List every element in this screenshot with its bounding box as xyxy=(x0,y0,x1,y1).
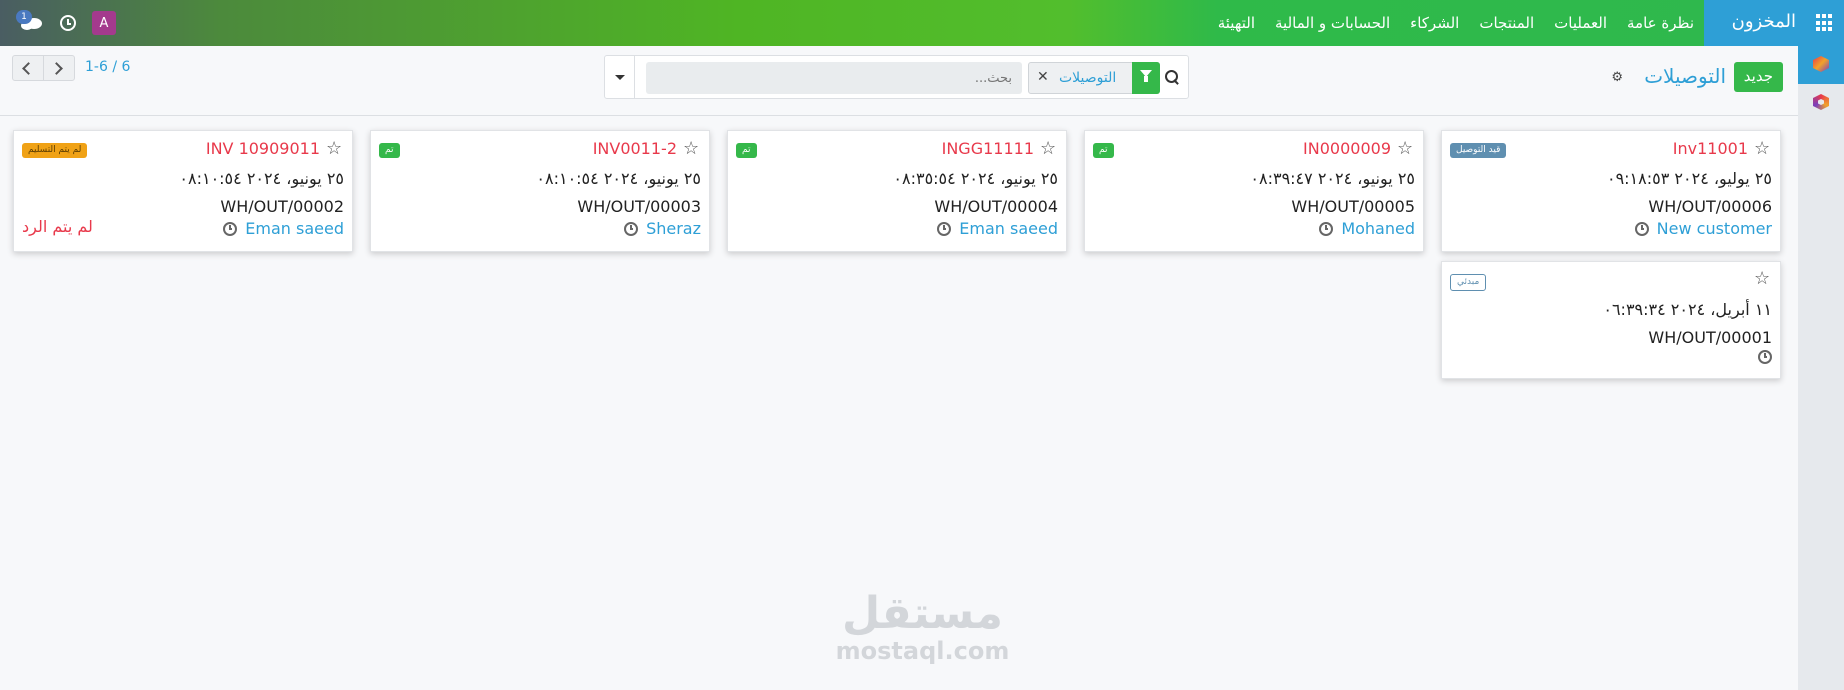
activity-clock-icon[interactable] xyxy=(937,221,952,236)
card-code: WH/OUT/00006 xyxy=(1648,197,1772,216)
card-partner: Eman saeed xyxy=(245,219,344,238)
star-icon[interactable]: ☆ xyxy=(326,139,344,158)
status-badge: مبدئي xyxy=(1450,274,1487,291)
kanban-card[interactable]: INV 10909011 ☆ لم يتم التسليم ٢٥ يونيو، … xyxy=(13,130,353,252)
card-code: WH/OUT/00005 xyxy=(1291,197,1415,216)
activity-clock-icon[interactable] xyxy=(223,221,238,236)
menu-item-configuration[interactable]: التهيئة xyxy=(1218,14,1255,32)
card-reference: INV 10909011 xyxy=(205,139,320,158)
watermark: مستقل mostaql.com xyxy=(830,588,1015,665)
pager-previous-button[interactable] xyxy=(12,55,44,81)
card-header: INGG11111 ☆ xyxy=(942,139,1058,158)
card-partner-row xyxy=(1758,350,1772,364)
facet-label: التوصيلات xyxy=(1059,70,1117,86)
apps-grid-icon[interactable] xyxy=(1814,14,1832,32)
star-icon[interactable]: ☆ xyxy=(1040,139,1058,158)
kanban-card[interactable]: Inv11001 ☆ قيد التوصيل ٢٥ يوليو، ٢٠٢٤ ٠٩… xyxy=(1441,130,1781,252)
menu-item-partners[interactable]: الشركاء xyxy=(1410,14,1459,32)
status-badge: تم xyxy=(379,143,400,158)
search-bar: ✕ التوصيلات xyxy=(604,55,1189,99)
menu-item-operations[interactable]: العمليات xyxy=(1554,14,1607,32)
card-reference: INGG11111 xyxy=(941,139,1034,158)
status-badge: تم xyxy=(1093,143,1114,158)
status-badge: قيد التوصيل xyxy=(1450,143,1507,158)
search-icon[interactable] xyxy=(1162,67,1182,87)
card-partner-row: Mohaned xyxy=(1319,219,1415,238)
star-icon[interactable]: ☆ xyxy=(1397,139,1415,158)
right-sidebar xyxy=(1798,46,1844,690)
facet-remove-icon[interactable]: ✕ xyxy=(1037,69,1049,85)
kanban-card[interactable]: IN0000009 ☆ تم ٢٥ يونيو، ٢٠٢٤ ٠٨:٣٩:٤٧ W… xyxy=(1084,130,1424,252)
activity-clock-icon[interactable] xyxy=(1758,350,1772,364)
activity-clock-icon[interactable] xyxy=(1634,221,1649,236)
star-icon[interactable]: ☆ xyxy=(683,139,701,158)
top-navbar: المخزون نظرة عامة العمليات المنتجات الشر… xyxy=(0,0,1844,46)
card-partner-row: Sheraz xyxy=(624,219,701,238)
card-reference: INV0011-2 xyxy=(592,139,677,158)
star-icon[interactable]: ☆ xyxy=(1754,270,1772,288)
app-cube-icon xyxy=(1813,56,1829,72)
card-date: ٢٥ يوليو، ٢٠٢٤ ٠٩:١٨:٥٣ xyxy=(1606,169,1772,188)
status-badge: لم يتم التسليم xyxy=(22,143,88,158)
card-date: ١١ أبريل، ٢٠٢٤ ٠٦:٣٩:٣٤ xyxy=(1603,300,1772,319)
card-reference: IN0000009 xyxy=(1303,139,1391,158)
card-date: ٢٥ يونيو، ٢٠٢٤ ٠٨:٣٩:٤٧ xyxy=(1250,169,1415,188)
menu-item-overview[interactable]: نظرة عامة xyxy=(1627,14,1694,32)
card-note: لم يتم الرد xyxy=(22,217,93,236)
new-button[interactable]: جديد xyxy=(1733,62,1783,92)
menu-item-products[interactable]: المنتجات xyxy=(1479,14,1534,32)
card-code: WH/OUT/00001 xyxy=(1648,328,1772,347)
status-badge: تم xyxy=(736,143,757,158)
card-header: INV0011-2 ☆ xyxy=(593,139,701,158)
sidebar-item-active[interactable] xyxy=(1798,46,1844,84)
card-partner: Sheraz xyxy=(646,219,701,238)
watermark-latin: mostaql.com xyxy=(835,637,1010,665)
gear-icon[interactable]: ⚙ xyxy=(1611,70,1623,85)
card-header: IN0000009 ☆ xyxy=(1303,139,1415,158)
card-partner: Eman saeed xyxy=(959,219,1058,238)
kanban-card[interactable]: INGG11111 ☆ تم ٢٥ يونيو، ٢٠٢٤ ٠٨:٣٥:٥٤ W… xyxy=(727,130,1067,252)
user-avatar[interactable]: A xyxy=(92,11,116,35)
control-panel: جديد التوصيلات ⚙ ✕ التوصيلات 1-6 / 6 xyxy=(0,46,1798,116)
search-input[interactable] xyxy=(646,62,1022,94)
kanban-card[interactable]: ☆ مبدئي ١١ أبريل، ٢٠٢٤ ٠٦:٣٩:٣٤ WH/OUT/0… xyxy=(1441,261,1781,379)
card-date: ٢٥ يونيو، ٢٠٢٤ ٠٨:١٠:٥٤ xyxy=(179,169,344,188)
card-header: Inv11001 ☆ xyxy=(1673,139,1772,158)
card-reference: Inv11001 xyxy=(1672,139,1748,158)
app-switcher[interactable]: المخزون xyxy=(1704,0,1844,46)
card-partner: Mohaned xyxy=(1341,219,1415,238)
activity-clock-icon[interactable] xyxy=(1319,221,1334,236)
card-partner-row: New customer xyxy=(1634,219,1772,238)
card-code: WH/OUT/00002 xyxy=(220,197,344,216)
card-header: INV 10909011 ☆ xyxy=(206,139,344,158)
app-hexagon-icon[interactable] xyxy=(1813,94,1829,110)
card-date: ٢٥ يونيو، ٢٠٢٤ ٠٨:٣٥:٥٤ xyxy=(893,169,1058,188)
chat-count-badge: 1 xyxy=(16,10,32,24)
card-header: ☆ xyxy=(1748,270,1772,288)
systray: A 1 xyxy=(14,10,116,35)
card-partner-row: Eman saeed xyxy=(223,219,344,238)
messaging-chat-icon[interactable]: 1 xyxy=(14,10,44,34)
main-menu: نظرة عامة العمليات المنتجات الشركاء الحس… xyxy=(1218,0,1694,46)
card-code: WH/OUT/00004 xyxy=(934,197,1058,216)
card-date: ٢٥ يونيو، ٢٠٢٤ ٠٨:١٠:٥٤ xyxy=(536,169,701,188)
watermark-arabic: مستقل xyxy=(842,588,1003,639)
card-code: WH/OUT/00003 xyxy=(577,197,701,216)
menu-item-accounting[interactable]: الحسابات و المالية xyxy=(1275,14,1390,32)
pager-value[interactable]: 1-6 / 6 xyxy=(85,59,130,75)
card-partner: New customer xyxy=(1656,219,1772,238)
app-title[interactable]: المخزون xyxy=(1732,11,1796,32)
search-facet: ✕ التوصيلات xyxy=(1028,62,1160,94)
card-partner-row: Eman saeed xyxy=(937,219,1058,238)
pager-next-button[interactable] xyxy=(43,55,75,81)
activity-clock-icon[interactable] xyxy=(624,221,639,236)
page-title[interactable]: التوصيلات xyxy=(1644,64,1726,88)
activity-clock-icon[interactable] xyxy=(60,15,76,31)
kanban-card[interactable]: INV0011-2 ☆ تم ٢٥ يونيو، ٢٠٢٤ ٠٨:١٠:٥٤ W… xyxy=(370,130,710,252)
star-icon[interactable]: ☆ xyxy=(1754,139,1772,158)
filter-icon xyxy=(1132,62,1160,94)
search-options-toggle[interactable] xyxy=(605,56,635,98)
